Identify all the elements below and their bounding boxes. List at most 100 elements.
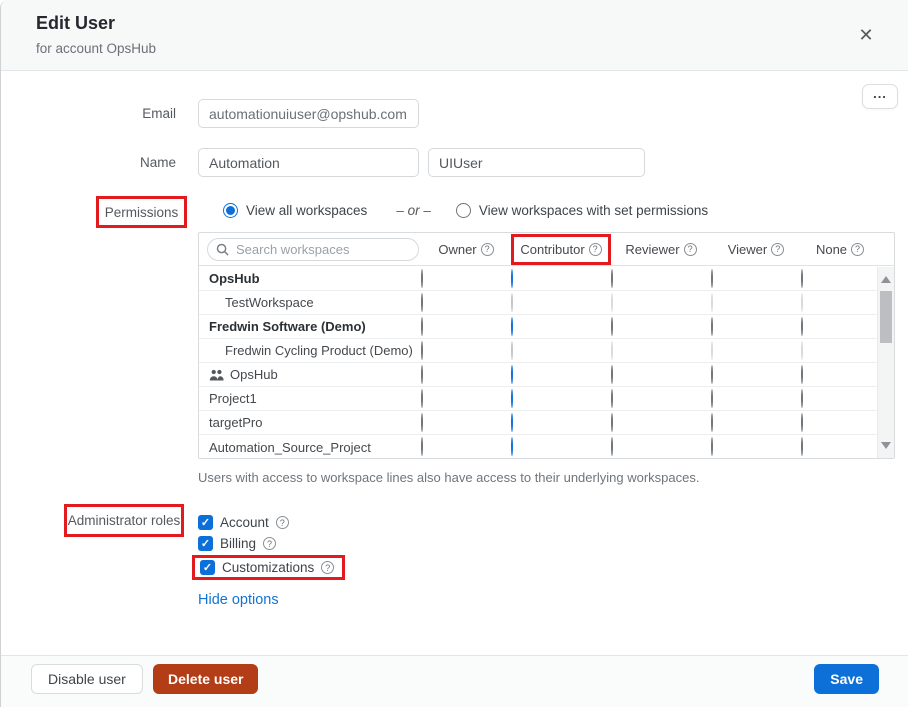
table-body: OpsHub TestWorkspace Fredwin Software (Dem… [199,267,877,458]
admin-role-row-billing: Billing [192,533,345,554]
permissions-mode-group: View all workspaces – or – View workspac… [223,203,708,218]
viewer-radio[interactable] [711,365,713,384]
column-header-reviewer: Reviewer [611,236,711,263]
admin-role-row-customizations: Customizations [192,555,345,580]
column-label: None [816,242,847,257]
viewer-radio[interactable] [711,437,713,456]
reviewer-radio [611,341,613,360]
column-header-owner: Owner [421,236,511,263]
owner-radio[interactable] [421,389,423,408]
table-row: OpsHub [199,363,877,387]
reviewer-radio[interactable] [611,269,613,288]
none-radio[interactable] [801,437,803,456]
search-icon [216,243,229,256]
scrollbar-thumb[interactable] [880,291,892,343]
administrator-roles-label: Administrator roles [64,504,184,537]
workspace-name: targetPro [199,415,421,430]
reviewer-radio[interactable] [611,365,613,384]
account-checkbox[interactable] [198,515,213,530]
dialog-header: Edit User for account OpsHub [1,0,908,71]
save-button[interactable]: Save [814,664,879,694]
scroll-up-icon[interactable] [881,276,891,283]
email-label: Email [1,106,176,121]
column-label: Viewer [728,242,768,257]
table-row: targetPro [199,411,877,435]
contributor-radio[interactable] [511,437,513,456]
view-all-workspaces-label: View all workspaces [246,203,367,218]
view-set-permissions-radio[interactable] [456,203,471,218]
owner-radio[interactable] [421,293,423,312]
workspace-name: Project1 [199,391,421,406]
reviewer-radio[interactable] [611,389,613,408]
help-icon[interactable] [684,243,697,256]
owner-radio[interactable] [421,437,423,456]
none-radio[interactable] [801,413,803,432]
table-header-row: Search workspaces OwnerContributorReview… [199,233,894,266]
checkbox-label: Customizations [222,560,314,575]
email-field[interactable]: automationuiuser@opshub.com [198,99,419,128]
workspace-name: Fredwin Software (Demo) [199,319,421,334]
more-options-button[interactable] [862,84,898,109]
hide-options-link[interactable]: Hide options [198,592,279,608]
customizations-checkbox[interactable] [200,560,215,575]
workspace-note: Users with access to workspace lines als… [198,470,699,485]
none-radio[interactable] [801,269,803,288]
help-icon[interactable] [263,537,276,550]
help-icon[interactable] [851,243,864,256]
search-placeholder: Search workspaces [236,242,349,257]
viewer-radio[interactable] [711,269,713,288]
contributor-radio[interactable] [511,317,513,336]
scroll-down-icon[interactable] [881,442,891,449]
contributor-radio[interactable] [511,413,513,432]
contributor-radio[interactable] [511,389,513,408]
owner-radio[interactable] [421,317,423,336]
help-icon[interactable] [276,516,289,529]
none-radio[interactable] [801,317,803,336]
column-header-none: None [801,236,879,263]
workspace-name: Fredwin Cycling Product (Demo) [199,343,421,358]
viewer-radio[interactable] [711,413,713,432]
viewer-radio [711,293,713,312]
reviewer-radio[interactable] [611,413,613,432]
owner-radio[interactable] [421,269,423,288]
contributor-radio[interactable] [511,269,513,288]
owner-radio[interactable] [421,341,423,360]
workspace-permissions-table: Search workspaces OwnerContributorReview… [198,232,895,459]
help-icon[interactable] [481,243,494,256]
workspace-name: OpsHub [199,367,421,382]
contributor-radio[interactable] [511,365,513,384]
viewer-radio[interactable] [711,389,713,408]
help-icon[interactable] [321,561,334,574]
column-header-viewer: Viewer [711,236,801,263]
table-scrollbar[interactable] [877,267,894,458]
checkbox-label: Account [220,515,269,530]
none-radio[interactable] [801,389,803,408]
ellipsis-icon [873,90,887,98]
table-row: Fredwin Software (Demo) [199,315,877,339]
disable-user-button[interactable]: Disable user [31,664,143,694]
table-row: Fredwin Cycling Product (Demo) [199,339,877,363]
first-name-field[interactable]: Automation [198,148,419,177]
none-radio [801,341,803,360]
none-radio[interactable] [801,365,803,384]
close-icon[interactable] [854,23,878,47]
view-all-workspaces-radio[interactable] [223,203,238,218]
contributor-radio [511,293,513,312]
table-row: Project1 [199,387,877,411]
reviewer-radio[interactable] [611,437,613,456]
dialog-footer: Disable user Delete user Save [1,655,908,707]
help-icon[interactable] [589,243,602,256]
last-name-field[interactable]: UIUser [428,148,645,177]
billing-checkbox[interactable] [198,536,213,551]
search-input[interactable]: Search workspaces [207,238,419,261]
delete-user-button[interactable]: Delete user [153,664,258,694]
owner-radio[interactable] [421,413,423,432]
workspace-name: OpsHub [199,271,421,286]
dialog-subtitle: for account OpsHub [36,41,156,56]
reviewer-radio[interactable] [611,317,613,336]
workspace-name: TestWorkspace [199,295,421,310]
viewer-radio[interactable] [711,317,713,336]
owner-radio[interactable] [421,365,423,384]
help-icon[interactable] [771,243,784,256]
column-label: Reviewer [625,242,679,257]
